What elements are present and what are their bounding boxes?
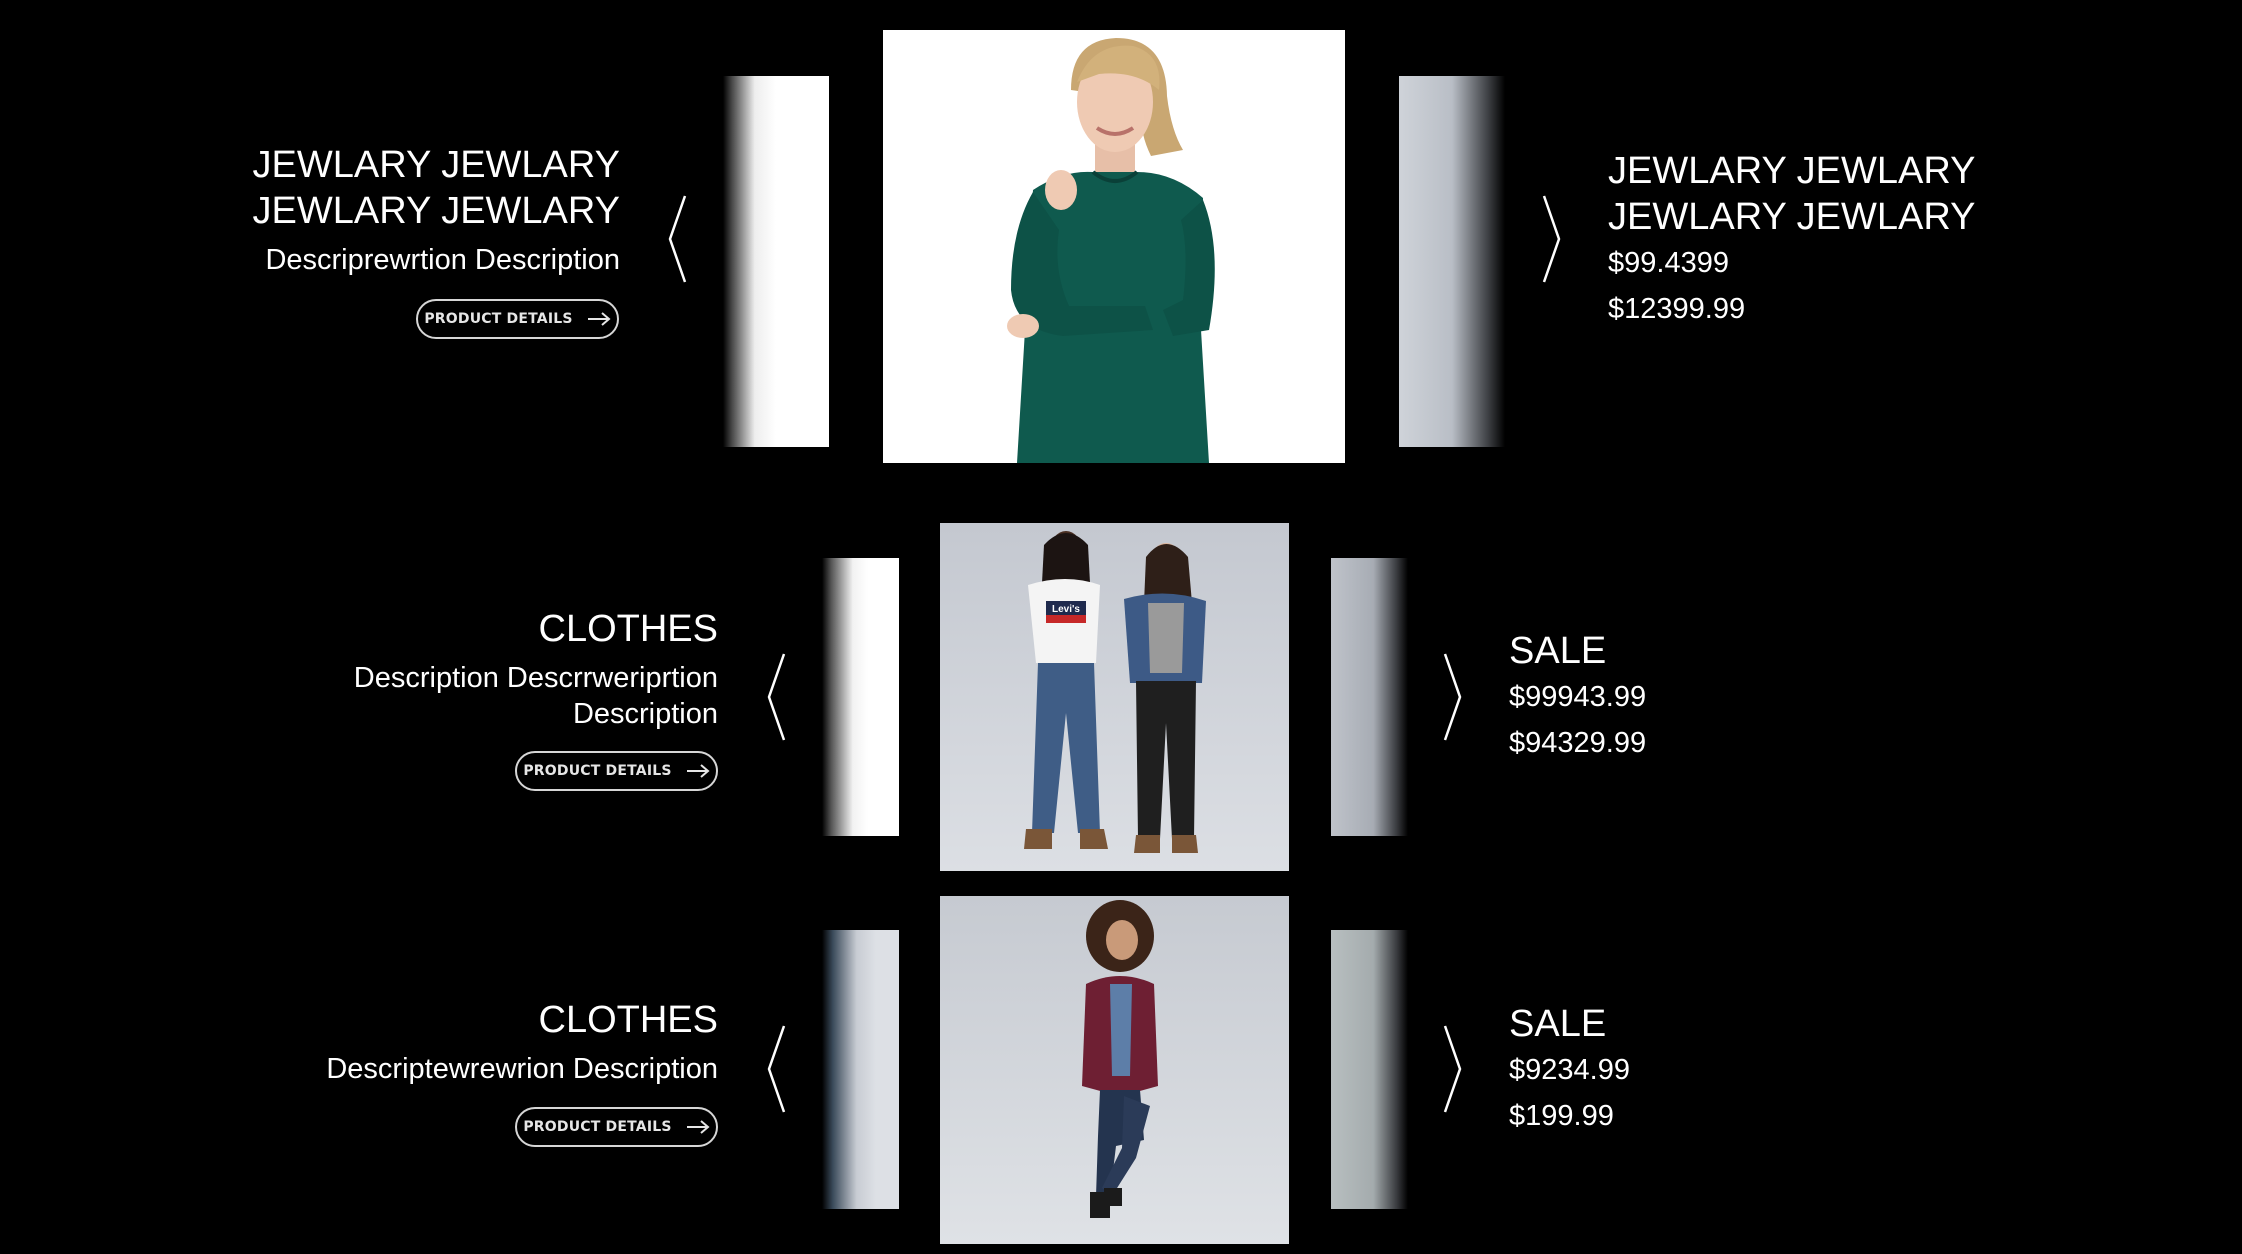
product-info-left: JEWLARY JEWLARY JEWLARY JEWLARY Descripr…	[253, 142, 620, 278]
product-title-line: JEWLARY JEWLARY	[1608, 196, 1976, 238]
chevron-right-icon[interactable]	[1541, 194, 1563, 284]
next-product-card[interactable]	[1331, 930, 1408, 1209]
product-info-right: JEWLARY JEWLARY JEWLARY JEWLARY $99.4399…	[1608, 148, 1975, 332]
chevron-left-icon[interactable]	[765, 1024, 787, 1114]
shirt-logo-text: Levi's	[1052, 604, 1080, 615]
button-label: PRODUCT DETAILS	[424, 311, 573, 327]
button-label: PRODUCT DETAILS	[523, 1119, 672, 1135]
product-info-left: CLOTHES Description Descrrweriprtion Des…	[354, 606, 718, 732]
price: $94329.99	[1509, 727, 1647, 759]
previous-product-card[interactable]	[822, 930, 899, 1209]
chevron-left-icon[interactable]	[666, 194, 688, 284]
product-image[interactable]	[940, 896, 1289, 1244]
chevron-left-icon[interactable]	[765, 652, 787, 742]
product-details-button[interactable]: PRODUCT DETAILS	[416, 299, 619, 339]
price: $9234.99	[1509, 1054, 1630, 1086]
previous-product-card[interactable]	[723, 76, 829, 447]
next-product-card[interactable]	[1399, 76, 1505, 447]
product-title-line: JEWLARY JEWLARY	[252, 190, 620, 232]
arrow-right-icon	[686, 764, 710, 778]
price: $12399.99	[1608, 293, 1746, 325]
woman-maroon-cardigan-photo	[940, 896, 1289, 1244]
arrow-right-icon	[686, 1120, 710, 1134]
product-title: CLOTHES	[538, 999, 718, 1041]
product-description: Descriptewrewrion Description	[326, 1053, 718, 1085]
next-product-card[interactable]	[1331, 558, 1408, 836]
price: $99.4399	[1608, 247, 1729, 279]
product-info-right: SALE $99943.99 $94329.99	[1509, 628, 1646, 766]
previous-product-card[interactable]	[822, 558, 899, 836]
product-title-line: JEWLARY JEWLARY	[252, 144, 620, 186]
product-info-left: CLOTHES Descriptewrewrion Description	[326, 997, 718, 1087]
arrow-right-icon	[587, 312, 611, 326]
woman-green-sweater-photo	[883, 30, 1345, 463]
product-info-right: SALE $9234.99 $199.99	[1509, 1001, 1630, 1139]
product-title-line: JEWLARY JEWLARY	[1608, 150, 1976, 192]
product-title: SALE	[1509, 1003, 1607, 1045]
product-details-button[interactable]: PRODUCT DETAILS	[515, 751, 718, 791]
button-label: PRODUCT DETAILS	[523, 763, 672, 779]
product-description-line: Description	[572, 698, 718, 730]
product-description: Descriprewrtion Description	[265, 244, 620, 276]
product-details-button[interactable]: PRODUCT DETAILS	[515, 1107, 718, 1147]
price: $99943.99	[1509, 681, 1647, 713]
product-title: SALE	[1509, 630, 1607, 672]
chevron-right-icon[interactable]	[1442, 652, 1464, 742]
product-image[interactable]	[883, 30, 1345, 463]
product-image[interactable]: Levi's	[940, 523, 1289, 871]
product-title: CLOTHES	[538, 608, 718, 650]
chevron-right-icon[interactable]	[1442, 1024, 1464, 1114]
product-description-line: Description Descrrweriprtion	[353, 662, 718, 694]
price: $199.99	[1509, 1100, 1614, 1132]
two-women-jeans-photo: Levi's	[940, 523, 1289, 871]
